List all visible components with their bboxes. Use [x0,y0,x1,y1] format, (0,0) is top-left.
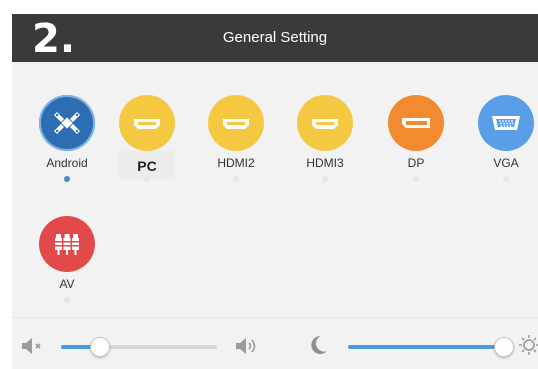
source-label: VGA [493,156,519,170]
volume-slider[interactable] [61,337,217,357]
selection-dot [322,176,328,182]
hdmi-port-icon [119,95,175,151]
source-label: Android [46,156,88,170]
selection-dot [413,176,419,182]
selected-indicator [64,176,70,182]
vga-port-icon [478,95,534,151]
general-setting-panel: 2. General Setting Android PC HDMI2 HDMI… [12,14,538,369]
av-rca-icon [39,216,95,272]
hdmi-port-icon [208,95,264,151]
brightness-slider[interactable] [348,337,514,357]
source-label: PC [137,158,157,174]
divider [12,317,538,318]
source-label: DP [407,156,425,170]
android-icon [39,95,95,151]
volume-mute-icon[interactable] [20,337,46,355]
header-bar: 2. General Setting [12,14,538,62]
sun-icon[interactable] [517,334,538,356]
selection-dot [64,297,70,303]
source-label: AV [59,277,75,291]
selection-dot [233,176,239,182]
page-title: General Setting [222,29,328,46]
volume-high-icon[interactable] [234,336,260,356]
displayport-icon [388,95,444,151]
source-label: HDMI2 [217,156,255,170]
selection-dot [144,176,150,182]
source-label: HDMI3 [306,156,344,170]
moon-icon[interactable] [309,334,329,356]
selection-dot [503,176,509,182]
brightness-slider-thumb[interactable] [494,337,514,357]
hdmi-port-icon [297,95,353,151]
brightness-slider-fill [348,345,504,349]
volume-slider-thumb[interactable] [90,337,110,357]
